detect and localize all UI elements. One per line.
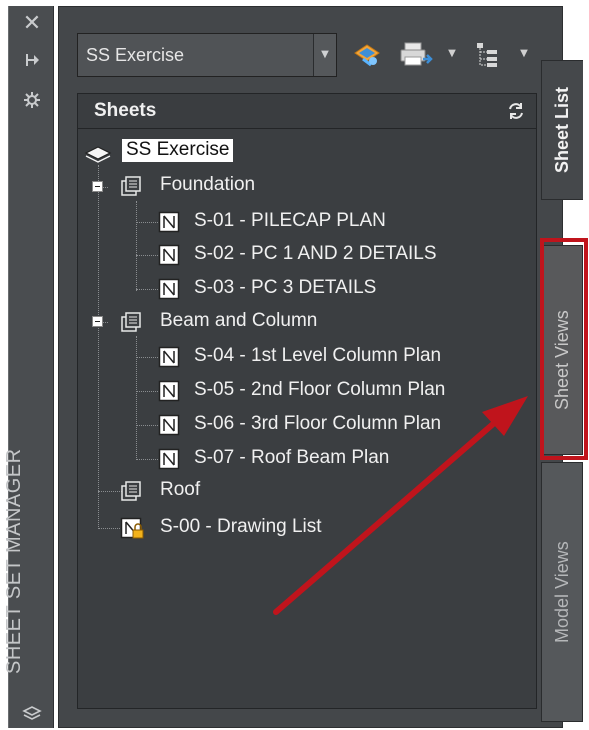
tree-line <box>136 336 137 460</box>
sheet-set-palette: SS Exercise ▼ ▼ ▼ Sheets SS Exercise Fou… <box>58 6 563 728</box>
auto-hide-icon[interactable] <box>9 50 55 73</box>
palette-title: SHEET SET MANAGER <box>3 448 25 674</box>
view-options-dropdown-icon[interactable]: ▼ <box>517 39 531 69</box>
locked-sheet-icon <box>120 517 144 539</box>
properties-icon[interactable] <box>9 90 55 115</box>
tree-sheet-s05[interactable]: S-05 - 2nd Floor Column Plan <box>158 376 528 406</box>
tab-label: Sheet List <box>552 86 572 173</box>
subset-label: Foundation <box>160 174 256 195</box>
tree-line <box>136 289 158 290</box>
tree-sheet-s04[interactable]: S-04 - 1st Level Column Plan <box>158 342 528 372</box>
sheet-set-icon <box>22 706 42 720</box>
sheets-section-title: Sheets <box>94 100 157 121</box>
palette-title-bar: ✕ SHEET SET MANAGER <box>3 6 55 728</box>
tree-line <box>98 528 122 529</box>
subset-icon <box>121 176 141 196</box>
tree-root-sheet-set[interactable]: SS Exercise <box>84 137 304 167</box>
sheets-section-header: Sheets <box>77 93 537 129</box>
publish-dropdown-icon[interactable]: ▼ <box>445 39 459 69</box>
sheet-icon <box>158 414 180 436</box>
collapse-toggle-beam-and-column[interactable] <box>92 316 103 327</box>
sheet-label: S-02 - PC 1 AND 2 DETAILS <box>194 243 437 264</box>
sheet-label: S-05 - 2nd Floor Column Plan <box>194 379 446 400</box>
sheet-label: S-00 - Drawing List <box>160 516 322 537</box>
sheet-icon <box>158 278 180 300</box>
sheet-label: S-07 - Roof Beam Plan <box>194 447 390 468</box>
sheet-label: S-06 - 3rd Floor Column Plan <box>194 413 442 434</box>
tree-subset-roof[interactable]: Roof <box>116 476 316 506</box>
sheet-label: S-01 - PILECAP PLAN <box>194 210 386 231</box>
tree-line <box>136 222 158 223</box>
sheet-icon <box>158 380 180 402</box>
tree-subset-beam-and-column[interactable]: Beam and Column <box>116 307 456 337</box>
view-options-icon[interactable] <box>473 39 503 69</box>
sheet-set-dropdown[interactable]: SS Exercise ▼ <box>77 33 337 77</box>
subset-label: Beam and Column <box>160 310 318 331</box>
sheet-set-icon <box>84 146 112 163</box>
sheet-set-dropdown-value: SS Exercise <box>86 45 185 65</box>
tree-subset-foundation[interactable]: Foundation <box>116 171 416 201</box>
tree-root-label: SS Exercise <box>122 139 234 162</box>
sheet-set-properties-icon[interactable] <box>351 39 383 69</box>
tree-line <box>136 459 158 460</box>
sheet-tree: SS Exercise Foundation S-01 - PILECAP PL… <box>77 129 537 709</box>
tree-sheet-s06[interactable]: S-06 - 3rd Floor Column Plan <box>158 410 528 440</box>
subset-icon <box>121 312 141 332</box>
subset-label: Roof <box>160 479 201 500</box>
tree-sheet-s01[interactable]: S-01 - PILECAP PLAN <box>158 207 518 237</box>
tree-line <box>136 357 158 358</box>
tree-sheet-s02[interactable]: S-02 - PC 1 AND 2 DETAILS <box>158 240 518 270</box>
sheet-icon <box>158 448 180 470</box>
publish-icon[interactable] <box>397 39 433 69</box>
sheet-icon <box>158 211 180 233</box>
tree-sheet-s07[interactable]: S-07 - Roof Beam Plan <box>158 444 528 474</box>
sheet-icon <box>158 346 180 368</box>
tab-model-views[interactable]: Model Views <box>541 462 583 722</box>
sheet-label: S-03 - PC 3 DETAILS <box>194 277 377 298</box>
tree-sheet-s03[interactable]: S-03 - PC 3 DETAILS <box>158 274 518 304</box>
subset-icon <box>121 481 141 501</box>
tree-line <box>136 255 158 256</box>
sheet-icon <box>158 244 180 266</box>
tree-line <box>98 165 99 529</box>
tree-line <box>136 391 158 392</box>
tree-line <box>136 201 137 291</box>
collapse-toggle-foundation[interactable] <box>92 181 103 192</box>
close-icon[interactable]: ✕ <box>9 13 55 35</box>
chevron-down-icon[interactable]: ▼ <box>313 34 336 76</box>
refresh-icon[interactable] <box>506 101 526 121</box>
tree-sheet-s00[interactable]: S-00 - Drawing List <box>120 513 440 543</box>
sheet-set-manager-window: ✕ SHEET SET MANAGER SS Exercise ▼ ▼ ▼ Sh… <box>0 0 589 730</box>
tree-line <box>136 425 158 426</box>
annotation-highlight-box <box>540 238 588 460</box>
sheet-label: S-04 - 1st Level Column Plan <box>194 345 442 366</box>
